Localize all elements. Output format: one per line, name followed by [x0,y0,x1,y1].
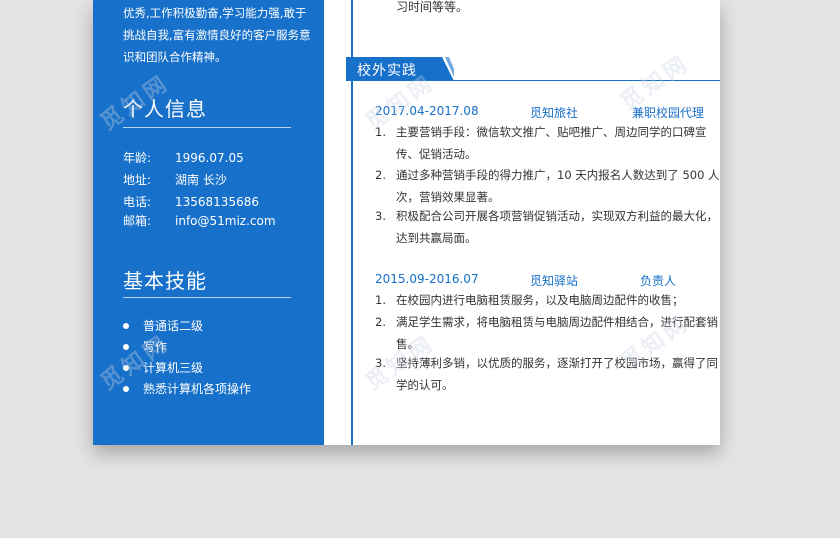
bullet-icon [123,364,129,371]
info-row-age: 年龄: 1996.07.05 [123,149,244,166]
info-key: 地址: [123,173,152,187]
skills-divider [123,297,291,298]
entry-company: 觅知旅社 [530,106,579,120]
sidebar: 优秀,工作积极勤奋,学习能力强,敢于挑战自我,富有激情良好的客户服务意识和团队合… [93,0,324,445]
list-item: 3. 坚持薄利多销，以优质的服务，逐渐打开了校园市场，赢得了同学的认可。 [375,356,718,392]
section-underline [346,80,720,81]
skill-item: 普通话二级 [123,317,203,334]
list-item: 1. 主要营销手段：微信软文推广、贴吧推广、周边同学的口碑宣传、促销活动。 [375,125,707,161]
bullet-icon [123,385,129,392]
info-value: info@51miz.com [175,214,276,228]
personal-info-title: 个人信息 [123,97,207,121]
entry-date: 2017.04-2017.08 [375,104,479,118]
self-intro-text: 优秀,工作积极勤奋,学习能力强,敢于挑战自我,富有激情良好的客户服务意识和团队合… [123,6,311,64]
bullet-icon [123,343,129,350]
personal-info-divider [123,127,291,128]
info-row-phone: 电话: 13568135686 [123,193,259,210]
entry-company: 觅知驿站 [530,274,579,288]
entry-role: 负责人 [640,274,677,288]
entry-role: 兼职校园代理 [632,106,705,120]
list-item: 2. 通过多种营销手段的得力推广，10 天内报名人数达到了 500 人次，营销效… [375,168,720,204]
section-title-practice: 校外实践 [357,63,417,79]
list-item: 3. 积极配合公司开展各项营销促销活动，实现双方利益的最大化，达到共赢局面。 [375,209,718,245]
bullet-icon [123,322,129,329]
info-value: 13568135686 [175,195,259,209]
skills-title: 基本技能 [123,269,207,293]
skill-item: 写作 [123,338,167,355]
info-key: 邮箱: [123,214,152,228]
list-item: 1. 在校园内进行电脑租赁服务，以及电脑周边配件的收售； [375,293,684,307]
previous-section-fragment: 习时间等等。 [396,0,469,14]
info-value: 1996.07.05 [175,151,244,165]
info-row-email: 邮箱: info@51miz.com [123,212,276,229]
skill-item: 熟悉计算机各项操作 [123,380,251,397]
list-item: 2. 满足学生需求，将电脑租赁与电脑周边配件相结合，进行配套销售。 [375,315,718,351]
info-row-address: 地址: 湖南 长沙 [123,171,227,188]
info-value: 湖南 长沙 [175,173,227,187]
info-key: 年龄: [123,151,152,165]
info-key: 电话: [123,195,152,209]
entry-date: 2015.09-2016.07 [375,272,479,286]
skill-item: 计算机三级 [123,359,203,376]
